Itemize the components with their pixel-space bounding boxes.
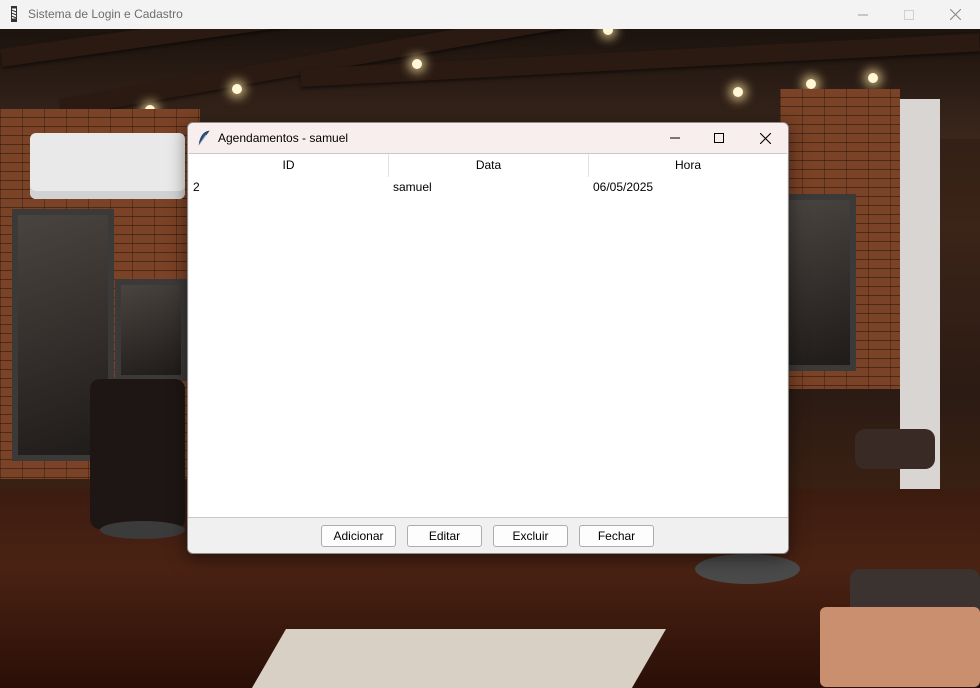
add-button[interactable]: Adicionar bbox=[321, 525, 396, 547]
cell-id: 2 bbox=[193, 180, 200, 194]
barber-chair-right bbox=[855, 429, 935, 469]
appointments-dialog: Agendamentos - samuel ID Data Hora 2 sam… bbox=[187, 122, 789, 554]
table-row[interactable]: 2 samuel 06/05/2025 bbox=[189, 177, 787, 197]
minimize-icon bbox=[670, 137, 680, 139]
ceiling-light bbox=[412, 59, 422, 69]
barber-chair-left bbox=[90, 379, 185, 529]
chair-base bbox=[100, 521, 185, 539]
column-header-hora[interactable]: Hora bbox=[589, 154, 787, 177]
main-minimize-button[interactable] bbox=[840, 0, 886, 29]
air-conditioner bbox=[30, 133, 185, 199]
appointments-table[interactable]: ID Data Hora 2 samuel 06/05/2025 bbox=[189, 153, 787, 518]
ceiling-light bbox=[232, 84, 242, 94]
dialog-title: Agendamentos - samuel bbox=[218, 131, 349, 145]
dialog-titlebar[interactable]: Agendamentos - samuel bbox=[188, 123, 788, 153]
cell-hora: 06/05/2025 bbox=[593, 180, 654, 194]
feather-icon bbox=[197, 130, 211, 149]
ceiling-light bbox=[806, 79, 816, 89]
main-maximize-button[interactable] bbox=[886, 0, 932, 29]
dialog-minimize-button[interactable] bbox=[652, 123, 698, 153]
dialog-maximize-button[interactable] bbox=[696, 123, 742, 153]
bench-cushion bbox=[820, 607, 980, 687]
table-header: ID Data Hora bbox=[189, 154, 787, 177]
edit-button[interactable]: Editar bbox=[407, 525, 482, 547]
mirror-small bbox=[115, 279, 187, 381]
main-window-titlebar[interactable]: Sistema de Login e Cadastro bbox=[0, 0, 980, 30]
column-header-id[interactable]: ID bbox=[189, 154, 389, 177]
chair-base bbox=[695, 554, 800, 584]
mirror-right bbox=[782, 194, 856, 371]
cell-data: samuel bbox=[393, 180, 432, 194]
ceiling-light bbox=[733, 87, 743, 97]
maximize-icon bbox=[714, 133, 724, 143]
main-close-button[interactable] bbox=[932, 0, 978, 29]
main-window-title: Sistema de Login e Cadastro bbox=[28, 7, 183, 21]
barber-pole-icon bbox=[8, 6, 20, 22]
dialog-close-button[interactable] bbox=[742, 123, 788, 153]
close-icon bbox=[949, 9, 961, 20]
column-header-data[interactable]: Data bbox=[389, 154, 589, 177]
close-icon bbox=[759, 132, 771, 144]
maximize-icon bbox=[904, 9, 914, 20]
minimize-icon bbox=[858, 14, 868, 15]
delete-button[interactable]: Excluir bbox=[493, 525, 568, 547]
ceiling-light bbox=[868, 73, 878, 83]
floor-rug bbox=[234, 629, 666, 688]
close-dialog-button[interactable]: Fechar bbox=[579, 525, 654, 547]
button-bar: Adicionar Editar Excluir Fechar bbox=[188, 517, 788, 553]
